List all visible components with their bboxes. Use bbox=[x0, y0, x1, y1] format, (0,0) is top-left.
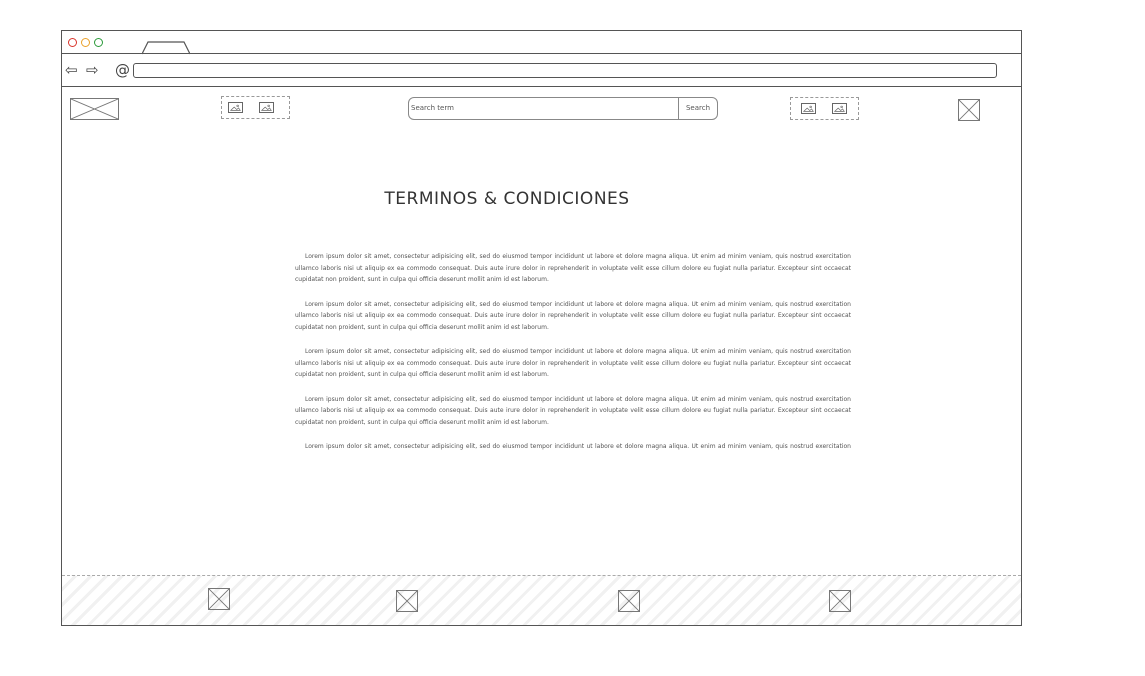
site-footer bbox=[62, 575, 1021, 625]
search-box: Search bbox=[408, 97, 718, 120]
paragraph: Lorem ipsum dolor sit amet, consectetur … bbox=[305, 443, 851, 450]
site-header: Search bbox=[62, 87, 1021, 132]
paragraph: Lorem ipsum dolor sit amet, consectetur … bbox=[295, 300, 851, 331]
navigation-bar: ⇦ ⇨ @ bbox=[62, 54, 1021, 87]
logo-placeholder-icon[interactable] bbox=[70, 98, 119, 120]
browser-tab[interactable] bbox=[141, 40, 191, 55]
image-icon[interactable] bbox=[801, 103, 816, 114]
terms-content: Lorem ipsum dolor sit amet, consectetur … bbox=[295, 251, 851, 453]
back-arrow-icon[interactable]: ⇦ bbox=[65, 63, 78, 78]
paragraph: Lorem ipsum dolor sit amet, consectetur … bbox=[295, 395, 851, 426]
minimize-window-button[interactable] bbox=[81, 38, 90, 47]
placeholder-box-icon[interactable] bbox=[829, 590, 851, 612]
search-button[interactable]: Search bbox=[678, 98, 717, 119]
paragraph: Lorem ipsum dolor sit amet, consectetur … bbox=[295, 348, 851, 378]
image-icon[interactable] bbox=[228, 102, 243, 113]
image-group-right bbox=[790, 97, 859, 120]
placeholder-box-icon[interactable] bbox=[396, 590, 418, 612]
image-group-left bbox=[221, 96, 290, 119]
close-window-button[interactable] bbox=[68, 38, 77, 47]
paragraph: Lorem ipsum dolor sit amet, consectetur … bbox=[295, 253, 851, 283]
forward-arrow-icon[interactable]: ⇨ bbox=[86, 63, 99, 78]
page-title: TERMINOS & CONDICIONES bbox=[384, 189, 630, 209]
placeholder-box-icon[interactable] bbox=[208, 588, 230, 610]
placeholder-box-icon[interactable] bbox=[958, 99, 980, 121]
reload-icon[interactable]: @ bbox=[115, 63, 130, 78]
title-bar bbox=[62, 31, 1021, 55]
address-bar[interactable] bbox=[133, 63, 997, 78]
placeholder-box-icon[interactable] bbox=[618, 590, 640, 612]
browser-window: ⇦ ⇨ @ Search term Search TERMINOS & COND… bbox=[61, 30, 1022, 626]
maximize-window-button[interactable] bbox=[94, 38, 103, 47]
image-icon[interactable] bbox=[259, 102, 274, 113]
image-icon[interactable] bbox=[832, 103, 847, 114]
search-input[interactable] bbox=[411, 100, 679, 116]
